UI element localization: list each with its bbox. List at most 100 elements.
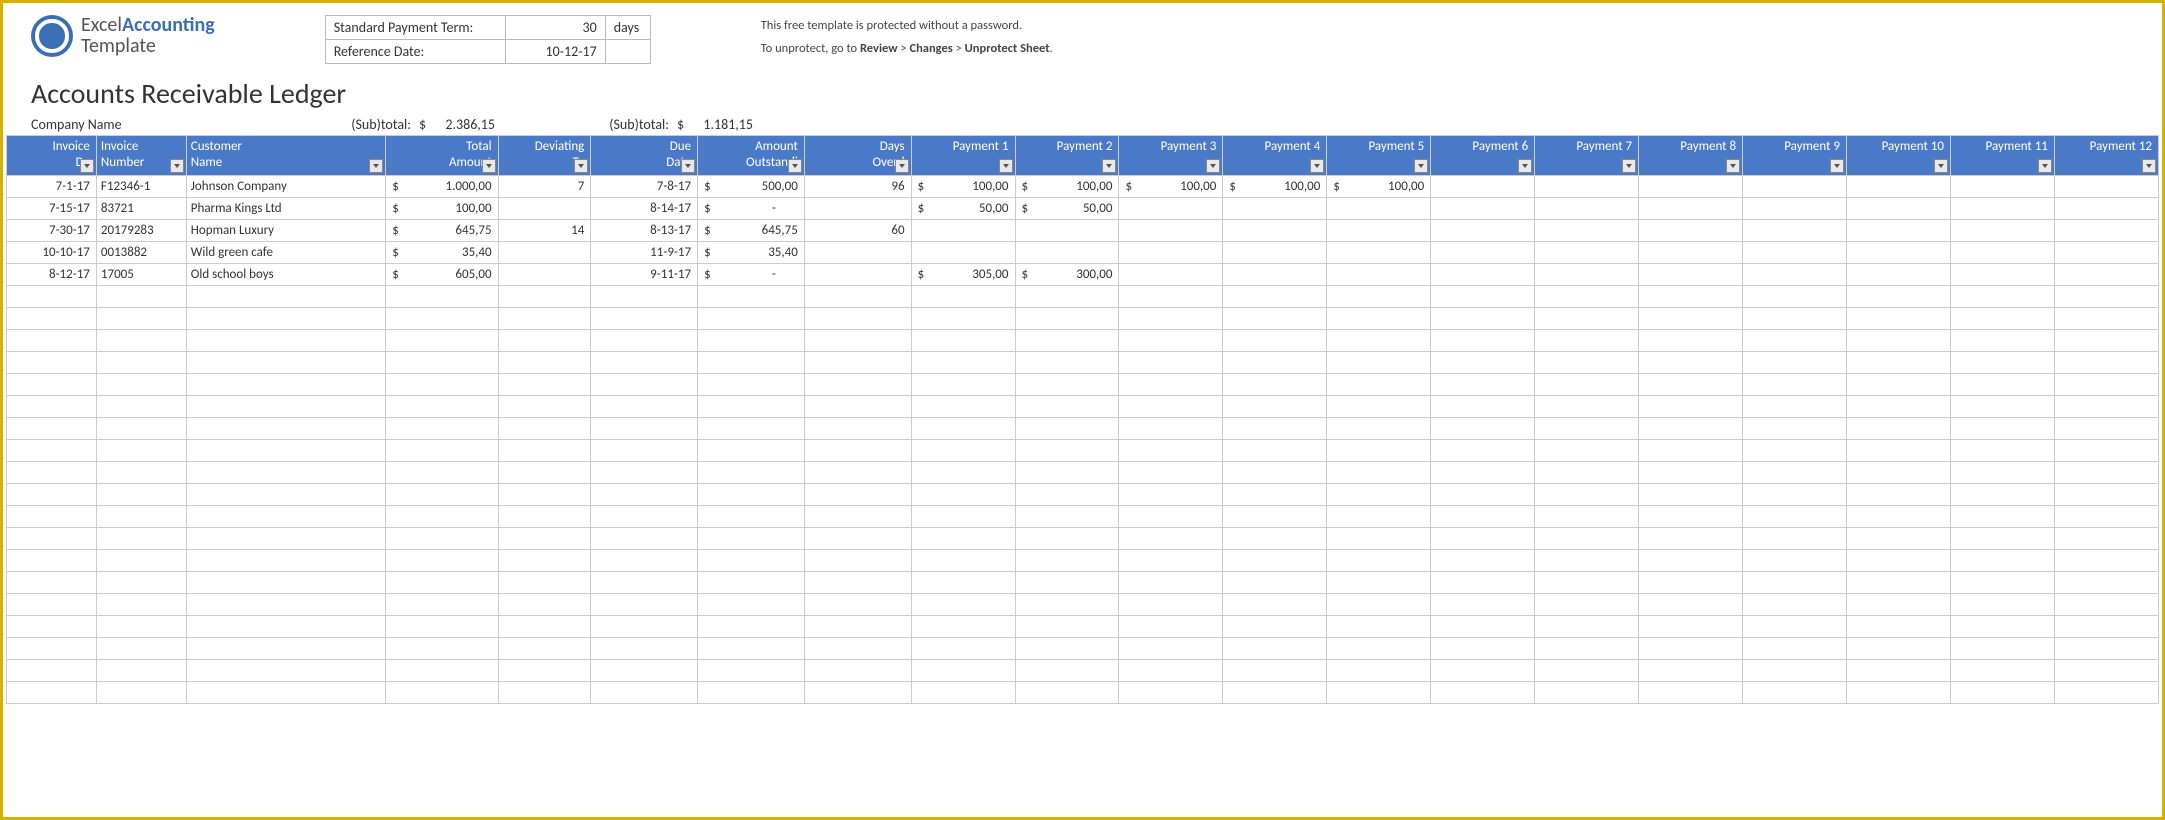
table-row-empty[interactable] xyxy=(7,638,2159,660)
cell-empty[interactable] xyxy=(498,352,591,374)
cell-empty[interactable] xyxy=(498,616,591,638)
cell-payment[interactable]: $100,00 xyxy=(1119,176,1223,198)
table-row-empty[interactable] xyxy=(7,484,2159,506)
cell-empty[interactable] xyxy=(498,528,591,550)
cell-empty[interactable] xyxy=(186,308,385,330)
cell-empty[interactable] xyxy=(96,572,186,594)
column-header[interactable]: Payment 5 xyxy=(1327,136,1431,176)
cell-empty[interactable] xyxy=(1015,660,1119,682)
cell-empty[interactable] xyxy=(1119,572,1223,594)
filter-dropdown-icon[interactable] xyxy=(681,159,695,173)
cell-empty[interactable] xyxy=(186,506,385,528)
cell-empty[interactable] xyxy=(1535,616,1639,638)
cell-deviating-term[interactable] xyxy=(498,264,591,286)
filter-dropdown-icon[interactable] xyxy=(1622,159,1636,173)
cell-empty[interactable] xyxy=(1639,462,1743,484)
cell-payment[interactable]: $100,00 xyxy=(1223,176,1327,198)
cell-empty[interactable] xyxy=(1223,330,1327,352)
cell-empty[interactable] xyxy=(1535,330,1639,352)
cell-invoice-number[interactable]: 0013882 xyxy=(96,242,186,264)
cell-empty[interactable] xyxy=(911,528,1015,550)
cell-empty[interactable] xyxy=(7,506,97,528)
cell-empty[interactable] xyxy=(1223,374,1327,396)
cell-empty[interactable] xyxy=(386,462,498,484)
cell-empty[interactable] xyxy=(591,440,698,462)
cell-empty[interactable] xyxy=(7,308,97,330)
cell-empty[interactable] xyxy=(1639,528,1743,550)
cell-empty[interactable] xyxy=(1639,418,1743,440)
table-row-empty[interactable] xyxy=(7,594,2159,616)
cell-empty[interactable] xyxy=(96,528,186,550)
cell-empty[interactable] xyxy=(1431,528,1535,550)
cell-empty[interactable] xyxy=(1431,330,1535,352)
cell-empty[interactable] xyxy=(1119,682,1223,704)
cell-empty[interactable] xyxy=(1431,352,1535,374)
cell-payment[interactable] xyxy=(1639,242,1743,264)
cell-empty[interactable] xyxy=(7,638,97,660)
cell-empty[interactable] xyxy=(1431,484,1535,506)
cell-empty[interactable] xyxy=(1015,484,1119,506)
cell-empty[interactable] xyxy=(2054,418,2158,440)
cell-empty[interactable] xyxy=(698,638,805,660)
cell-empty[interactable] xyxy=(186,330,385,352)
cell-empty[interactable] xyxy=(804,440,911,462)
cell-empty[interactable] xyxy=(911,440,1015,462)
cell-empty[interactable] xyxy=(1950,594,2054,616)
cell-amount-outstanding[interactable]: $- xyxy=(698,198,805,220)
table-row-empty[interactable] xyxy=(7,352,2159,374)
cell-empty[interactable] xyxy=(1015,308,1119,330)
cell-empty[interactable] xyxy=(804,528,911,550)
cell-due-date[interactable]: 8-13-17 xyxy=(591,220,698,242)
cell-empty[interactable] xyxy=(1743,396,1847,418)
cell-empty[interactable] xyxy=(1639,484,1743,506)
cell-customer-name[interactable]: Johnson Company xyxy=(186,176,385,198)
cell-payment[interactable] xyxy=(1223,264,1327,286)
cell-empty[interactable] xyxy=(1327,374,1431,396)
cell-empty[interactable] xyxy=(1743,528,1847,550)
cell-empty[interactable] xyxy=(804,638,911,660)
cell-empty[interactable] xyxy=(1223,572,1327,594)
cell-payment[interactable] xyxy=(911,242,1015,264)
cell-empty[interactable] xyxy=(591,550,698,572)
cell-empty[interactable] xyxy=(7,374,97,396)
cell-empty[interactable] xyxy=(1223,440,1327,462)
cell-empty[interactable] xyxy=(1535,308,1639,330)
cell-empty[interactable] xyxy=(804,594,911,616)
table-row-empty[interactable] xyxy=(7,308,2159,330)
cell-empty[interactable] xyxy=(1847,418,1951,440)
cell-empty[interactable] xyxy=(1639,286,1743,308)
filter-dropdown-icon[interactable] xyxy=(574,159,588,173)
column-header[interactable]: Payment 2 xyxy=(1015,136,1119,176)
cell-empty[interactable] xyxy=(1431,594,1535,616)
cell-empty[interactable] xyxy=(96,550,186,572)
cell-empty[interactable] xyxy=(1743,330,1847,352)
cell-empty[interactable] xyxy=(698,550,805,572)
cell-empty[interactable] xyxy=(1847,484,1951,506)
cell-empty[interactable] xyxy=(186,550,385,572)
cell-empty[interactable] xyxy=(96,330,186,352)
cell-invoice-date[interactable]: 7-15-17 xyxy=(7,198,97,220)
cell-empty[interactable] xyxy=(1223,396,1327,418)
cell-payment[interactable]: $305,00 xyxy=(911,264,1015,286)
cell-empty[interactable] xyxy=(386,594,498,616)
cell-empty[interactable] xyxy=(1223,660,1327,682)
cell-payment[interactable] xyxy=(2054,176,2158,198)
filter-dropdown-icon[interactable] xyxy=(2038,159,2052,173)
cell-empty[interactable] xyxy=(386,330,498,352)
column-header[interactable]: InvoiceNumber xyxy=(96,136,186,176)
cell-empty[interactable] xyxy=(1431,462,1535,484)
cell-empty[interactable] xyxy=(1119,330,1223,352)
cell-empty[interactable] xyxy=(1950,638,2054,660)
cell-empty[interactable] xyxy=(1950,374,2054,396)
cell-empty[interactable] xyxy=(591,506,698,528)
cell-empty[interactable] xyxy=(386,374,498,396)
cell-deviating-term[interactable]: 14 xyxy=(498,220,591,242)
table-row-empty[interactable] xyxy=(7,660,2159,682)
cell-empty[interactable] xyxy=(1119,374,1223,396)
cell-due-date[interactable]: 7-8-17 xyxy=(591,176,698,198)
cell-empty[interactable] xyxy=(186,660,385,682)
cell-invoice-date[interactable]: 8-12-17 xyxy=(7,264,97,286)
cell-payment[interactable] xyxy=(1431,220,1535,242)
cell-payment[interactable] xyxy=(1535,198,1639,220)
cell-empty[interactable] xyxy=(698,506,805,528)
